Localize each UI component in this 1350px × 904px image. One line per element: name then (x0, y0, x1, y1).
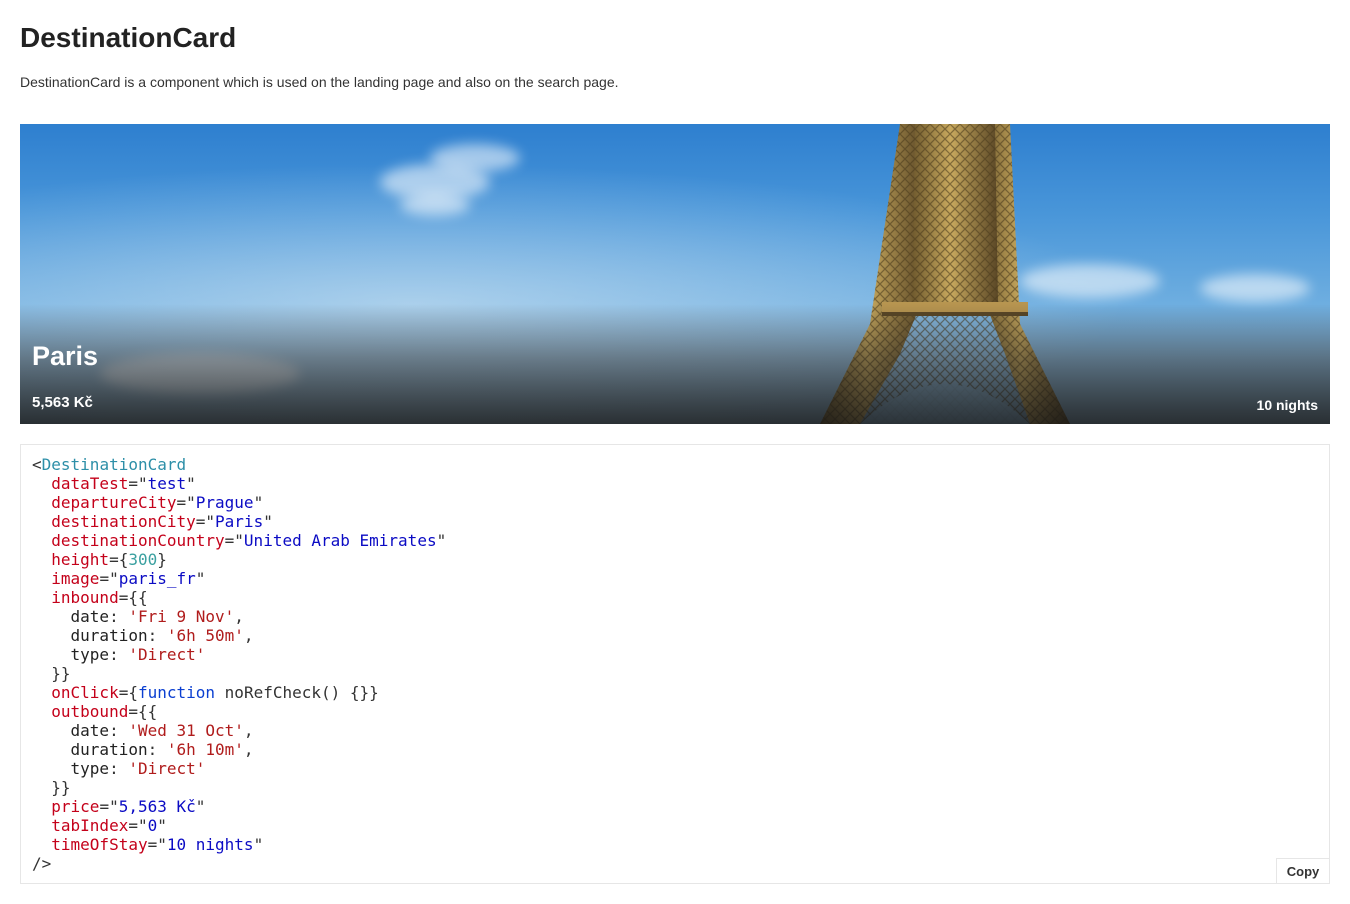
object-key: duration (70, 626, 148, 645)
object-key: date (70, 607, 110, 626)
time-of-stay: 10 nights (1256, 397, 1318, 413)
prop-value: noRefCheck() {} (224, 683, 370, 702)
prop-name: dataTest (51, 474, 129, 493)
object-value: 'Direct' (128, 759, 206, 778)
prop-name: tabIndex (51, 816, 129, 835)
prop-name: price (51, 797, 100, 816)
prop-value: Paris (215, 512, 264, 531)
object-key: date (70, 721, 110, 740)
prop-name: image (51, 569, 100, 588)
prop-value: 5,563 Kč (118, 797, 196, 816)
card-price: 5,563 Kč (32, 394, 93, 411)
prop-value: 10 nights (166, 835, 254, 854)
object-value: 'Direct' (128, 645, 206, 664)
object-value: '6h 50m' (166, 626, 244, 645)
function-keyword: function (137, 683, 216, 702)
code-example: <DestinationCard dataTest="test" departu… (20, 444, 1330, 884)
copy-button[interactable]: Copy (1276, 858, 1330, 884)
object-value: 'Fri 9 Nov' (128, 607, 235, 626)
prop-name: timeOfStay (51, 835, 148, 854)
prop-value: paris_fr (118, 569, 196, 588)
object-value: 'Wed 31 Oct' (128, 721, 244, 740)
prop-value: United Arab Emirates (243, 531, 437, 550)
prop-name: height (51, 550, 110, 569)
prop-name: onClick (51, 683, 119, 702)
page-title: DestinationCard (20, 22, 237, 53)
destination-city: Paris (32, 341, 99, 371)
object-key: type (70, 759, 110, 778)
object-key: duration (70, 740, 148, 759)
prop-value: 300 (128, 550, 158, 569)
prop-value: 0 (147, 816, 158, 835)
card-gradient-overlay (20, 304, 1330, 424)
prop-name: destinationCity (51, 512, 196, 531)
destination-card[interactable]: Paris 5,563 Kč 10 nights (20, 124, 1330, 424)
prop-value: test (147, 474, 187, 493)
prop-name: outbound (51, 702, 129, 721)
prop-value: Prague (195, 493, 254, 512)
object-value: '6h 10m' (166, 740, 244, 759)
prop-name: inbound (51, 588, 119, 607)
object-key: type (70, 645, 110, 664)
code-block: <DestinationCard dataTest="test" departu… (32, 455, 447, 873)
prop-name: departureCity (51, 493, 177, 512)
component-tag: DestinationCard (41, 455, 187, 474)
prop-name: destinationCountry (51, 531, 225, 550)
page-description: DestinationCard is a component which is … (20, 74, 619, 90)
